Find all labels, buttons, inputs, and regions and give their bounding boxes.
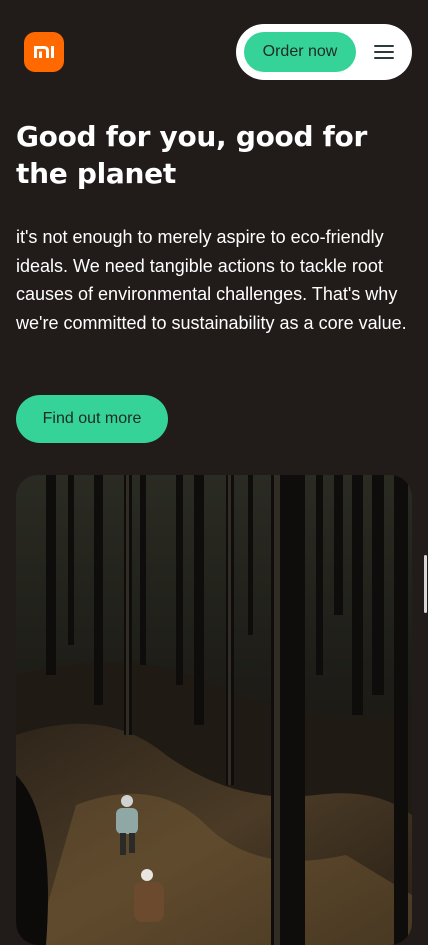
header-nav: Order now <box>236 24 412 80</box>
page-title: Good for you, good for the planet <box>16 120 367 190</box>
forest-photo <box>16 475 412 945</box>
mi-logo-glyph <box>34 46 54 58</box>
intro-paragraph: it's not enough to merely aspire to eco-… <box>16 227 407 333</box>
page-scrollbar[interactable] <box>424 555 427 613</box>
forest-illustration <box>16 475 412 945</box>
hamburger-menu-icon[interactable] <box>368 38 400 66</box>
order-now-button[interactable]: Order now <box>244 32 356 72</box>
mi-logo-icon[interactable] <box>24 32 64 72</box>
find-out-more-button[interactable]: Find out more <box>16 395 168 443</box>
